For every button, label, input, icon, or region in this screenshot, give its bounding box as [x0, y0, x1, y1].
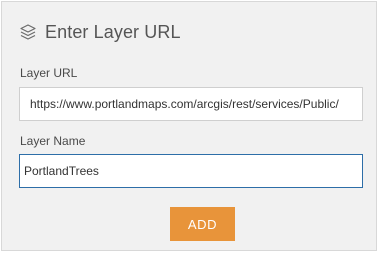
add-button[interactable]: ADD [170, 207, 235, 241]
layer-name-label: Layer Name [20, 134, 86, 148]
layer-url-input[interactable] [19, 87, 363, 121]
layer-name-input[interactable] [19, 154, 363, 188]
add-layer-panel: Enter Layer URL Layer URL Layer Name ADD [1, 1, 377, 251]
panel-header: Enter Layer URL [19, 19, 181, 45]
layers-icon [19, 23, 37, 41]
layer-url-label: Layer URL [20, 66, 78, 80]
dialog-title: Enter Layer URL [45, 21, 181, 42]
